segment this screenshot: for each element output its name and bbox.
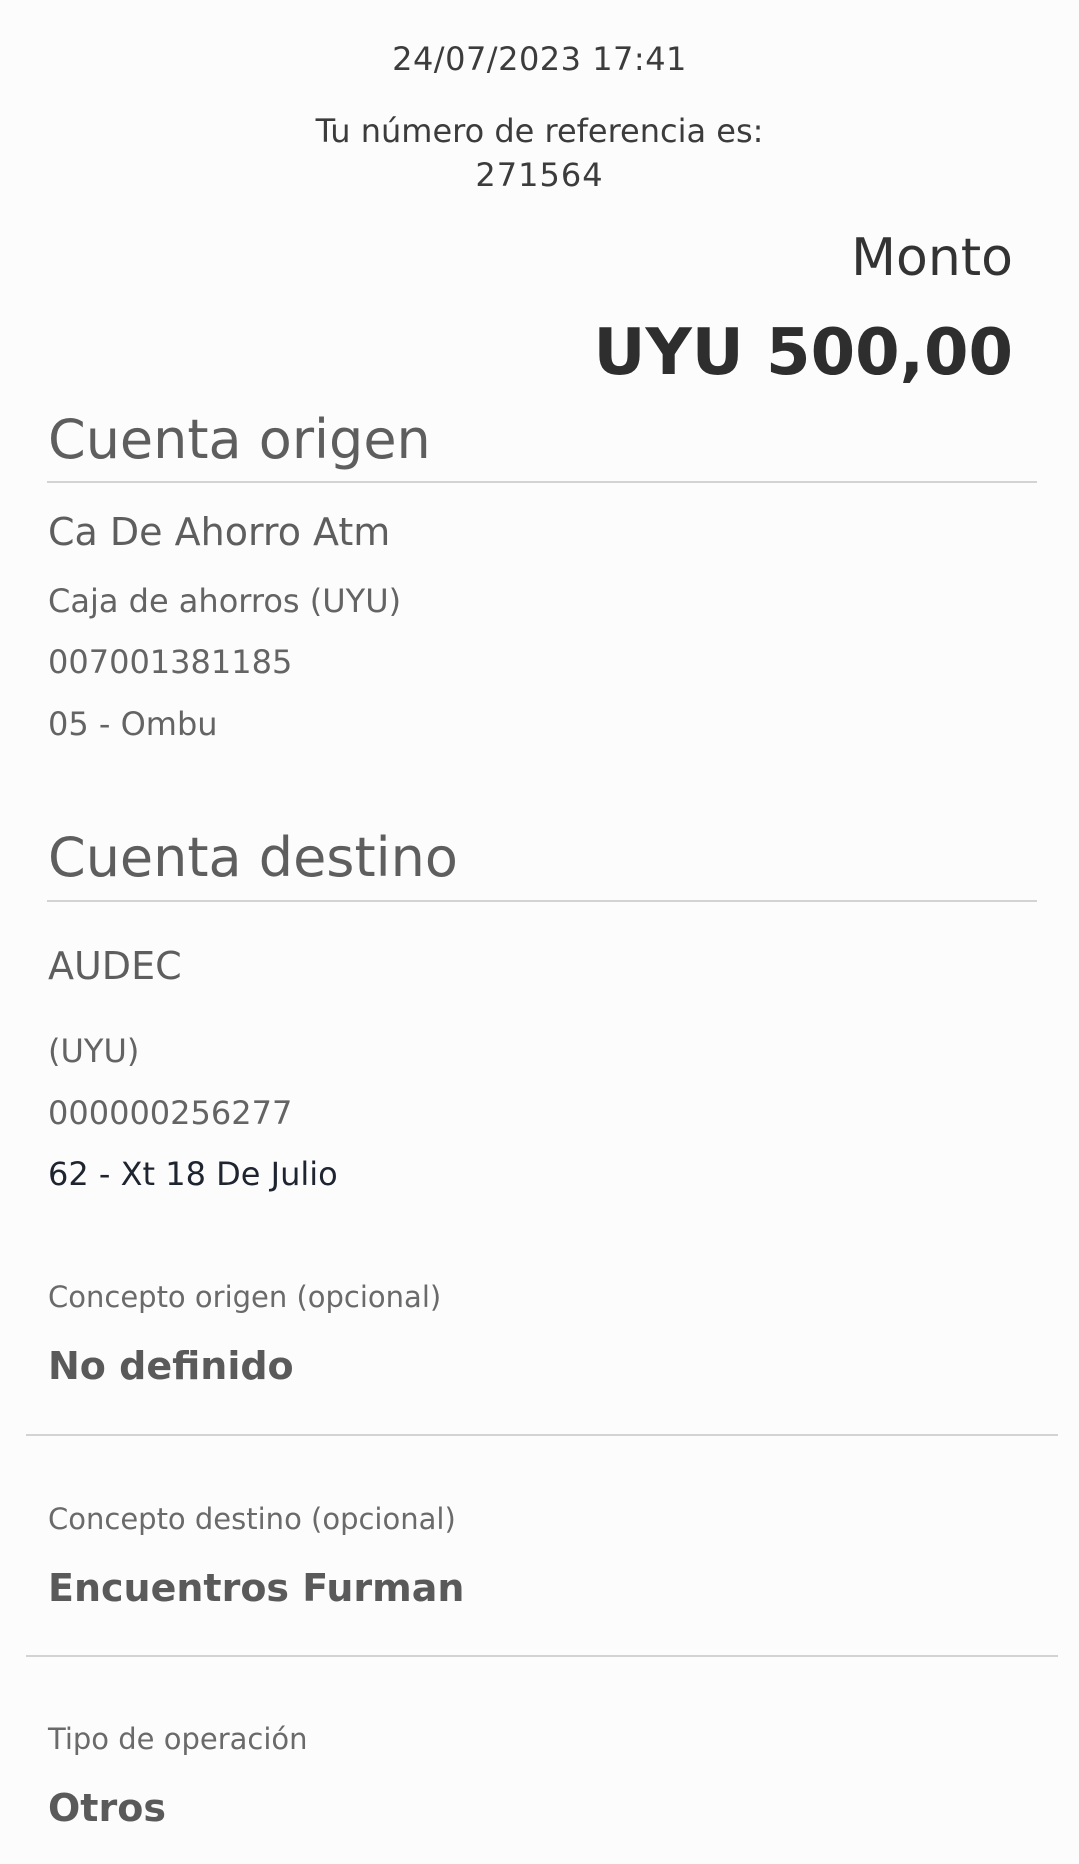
origin-account-type: Caja de ahorros (UYU) xyxy=(48,582,402,620)
concepto-origen-label: Concepto origen (opcional) xyxy=(48,1280,442,1314)
transaction-datetime: 24/07/2023 17:41 xyxy=(392,40,687,78)
concepto-destino-value: Encuentros Furman xyxy=(48,1566,465,1610)
destination-branch: 62 - Xt 18 De Julio xyxy=(48,1155,338,1193)
amount-value: UYU 500,00 xyxy=(593,316,1013,390)
destination-currency: (UYU) xyxy=(48,1032,140,1070)
concepto-destino-divider xyxy=(26,1655,1058,1657)
transfer-receipt: 24/07/2023 17:41 Tu número de referencia… xyxy=(0,0,1079,1864)
reference-number: 271564 xyxy=(475,156,604,194)
origin-divider xyxy=(47,481,1037,483)
amount-label: Monto xyxy=(851,228,1013,288)
tipo-operacion-value: Otros xyxy=(48,1786,166,1830)
concepto-origen-divider xyxy=(26,1434,1058,1436)
tipo-operacion-label: Tipo de operación xyxy=(48,1722,308,1756)
reference-label: Tu número de referencia es: xyxy=(315,112,764,150)
origin-account-number: 007001381185 xyxy=(48,643,293,681)
destination-section-title: Cuenta destino xyxy=(48,826,458,889)
concepto-origen-value: No definido xyxy=(48,1344,294,1388)
origin-section-title: Cuenta origen xyxy=(48,408,431,471)
destination-account-name: AUDEC xyxy=(48,944,182,988)
origin-branch: 05 - Ombu xyxy=(48,705,218,743)
origin-account-name: Ca De Ahorro Atm xyxy=(48,510,391,554)
destination-account-number: 000000256277 xyxy=(48,1094,293,1132)
destination-divider xyxy=(47,900,1037,902)
concepto-destino-label: Concepto destino (opcional) xyxy=(48,1502,456,1536)
